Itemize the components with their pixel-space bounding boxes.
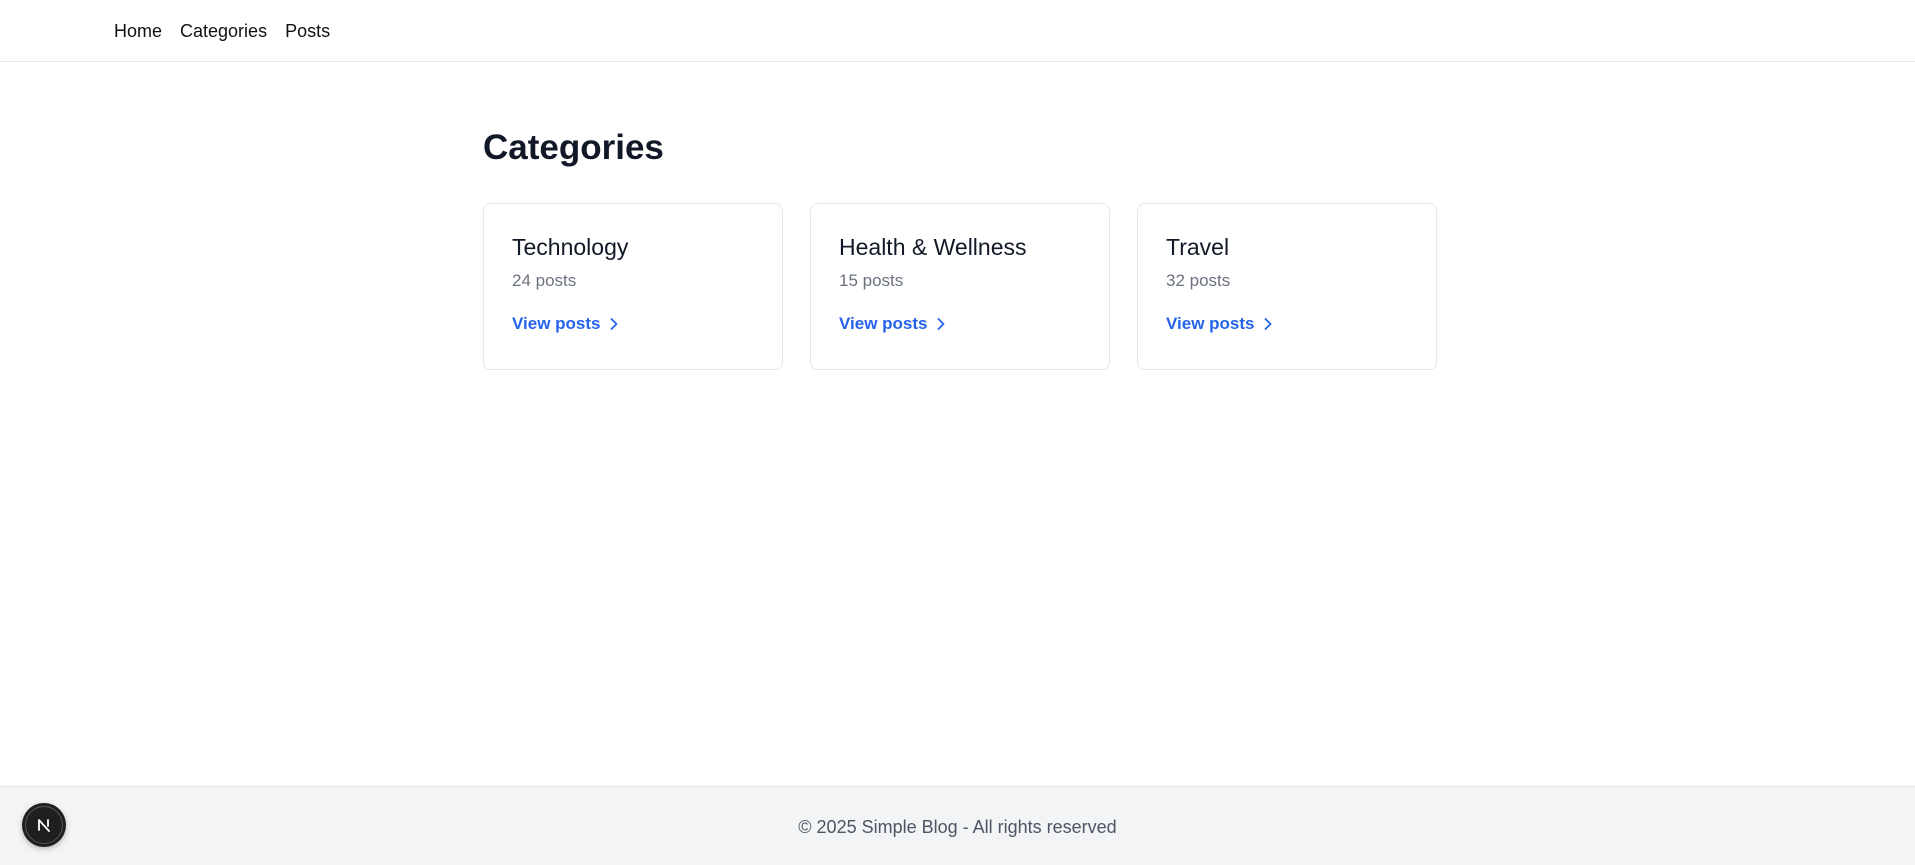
top-navigation: Home Categories Posts	[0, 0, 1915, 62]
category-post-count: 32 posts	[1166, 271, 1231, 290]
category-card-technology: Technology 24 posts View posts	[483, 203, 783, 370]
footer-copyright: © 2025 Simple Blog - All rights reserved	[798, 817, 1117, 837]
main-content: Categories Technology 24 posts View post…	[483, 126, 1438, 370]
category-card-health-wellness: Health & Wellness 15 posts View posts	[810, 203, 1110, 370]
category-card-title: Travel	[1166, 234, 1230, 260]
nav-link-categories[interactable]: Categories	[180, 19, 267, 43]
category-post-count: 15 posts	[839, 271, 904, 290]
category-card-travel: Travel 32 posts View posts	[1137, 203, 1437, 370]
nextjs-dev-badge[interactable]	[22, 803, 66, 847]
view-posts-label: View posts	[839, 314, 928, 333]
category-card-title: Health & Wellness	[839, 234, 1027, 260]
view-posts-label: View posts	[512, 314, 601, 333]
badge-ring	[25, 806, 63, 844]
page: Home Categories Posts Categories Technol…	[0, 0, 1915, 865]
footer: © 2025 Simple Blog - All rights reserved	[0, 786, 1915, 865]
nav-link-home[interactable]: Home	[114, 19, 162, 43]
view-posts-link[interactable]: View posts	[512, 313, 619, 335]
nav-link-posts[interactable]: Posts	[285, 19, 330, 43]
category-cards: Technology 24 posts View posts Health & …	[483, 203, 1437, 370]
view-posts-label: View posts	[1166, 314, 1255, 333]
category-card-title: Technology	[512, 234, 629, 260]
page-title: Categories	[483, 128, 664, 167]
category-post-count: 24 posts	[512, 271, 577, 290]
view-posts-link[interactable]: View posts	[839, 313, 946, 335]
chevron-right-icon	[1264, 318, 1271, 330]
chevron-right-icon	[610, 318, 617, 330]
view-posts-link[interactable]: View posts	[1166, 313, 1273, 335]
nav-links: Home Categories Posts	[114, 19, 330, 43]
chevron-right-icon	[937, 318, 944, 330]
